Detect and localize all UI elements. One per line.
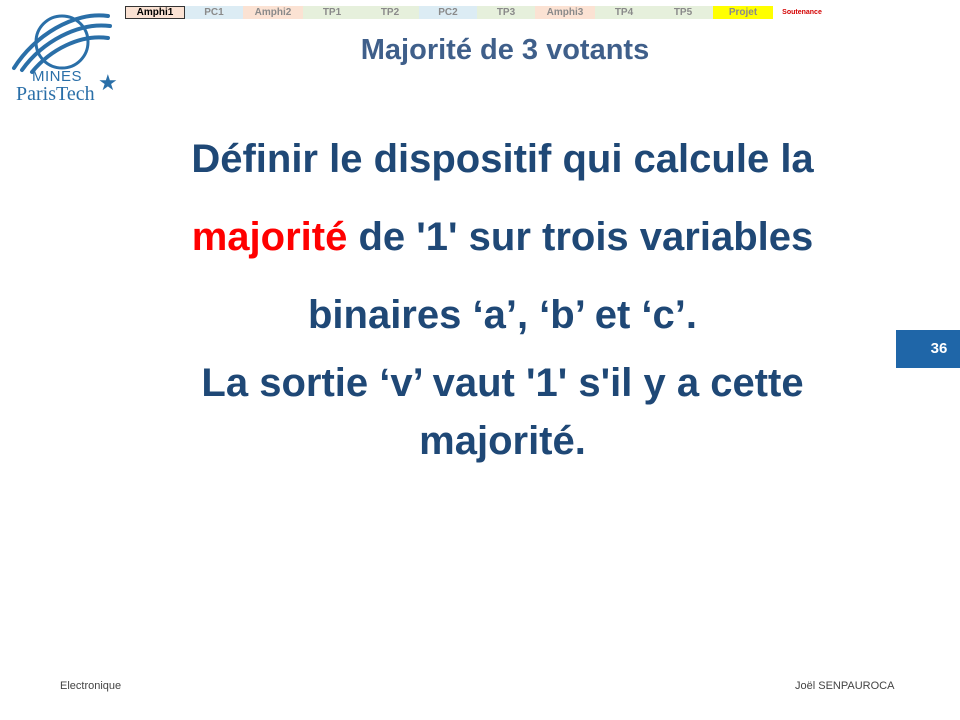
body-line-2: majorité de '1' sur trois variables — [90, 198, 915, 276]
body-line-1: Définir le dispositif qui calcule la — [191, 137, 814, 181]
body-line-2-rest: de '1' sur trois variables — [347, 215, 814, 259]
page-number-badge: 36 — [896, 330, 960, 368]
nav-tab-tp1[interactable]: TP1 — [303, 6, 361, 19]
slide-title: Majorité de 3 votants — [360, 34, 650, 66]
nav-tab-pc2[interactable]: PC2 — [419, 6, 477, 19]
footer-author: Joël SENPAUROCA — [795, 680, 895, 692]
nav-tab-tp3[interactable]: TP3 — [477, 6, 535, 19]
body-line-3: binaires ‘a’, ‘b’ et ‘c’. — [307, 293, 698, 337]
nav-tab-projet[interactable]: Projet — [713, 6, 773, 19]
nav-tab-amphi1[interactable]: Amphi1 — [125, 6, 185, 19]
course-navigation-bar: Amphi1 PC1 Amphi2 TP1 TP2 PC2 TP3 Amphi3… — [125, 6, 831, 19]
star-icon: ★ — [98, 70, 118, 95]
body-line-4: La sortie ‘v’ vaut '1' s'il y a cette — [201, 361, 804, 405]
nav-tab-soutenance[interactable]: Soutenance — [773, 6, 831, 19]
body-line-5: majorité. — [419, 419, 586, 463]
nav-tab-amphi3[interactable]: Amphi3 — [535, 6, 595, 19]
nav-tab-tp2[interactable]: TP2 — [361, 6, 419, 19]
nav-tab-pc1[interactable]: PC1 — [185, 6, 243, 19]
nav-tab-amphi2[interactable]: Amphi2 — [243, 6, 303, 19]
nav-tab-tp5[interactable]: TP5 — [653, 6, 713, 19]
footer-course-name: Electronique — [60, 680, 122, 692]
logo-text-paristech: ParisTech — [16, 83, 95, 105]
highlighted-word-majorite: majorité — [191, 215, 348, 259]
slide-body: Définir le dispositif qui calcule la maj… — [90, 120, 915, 470]
nav-tab-tp4[interactable]: TP4 — [595, 6, 653, 19]
